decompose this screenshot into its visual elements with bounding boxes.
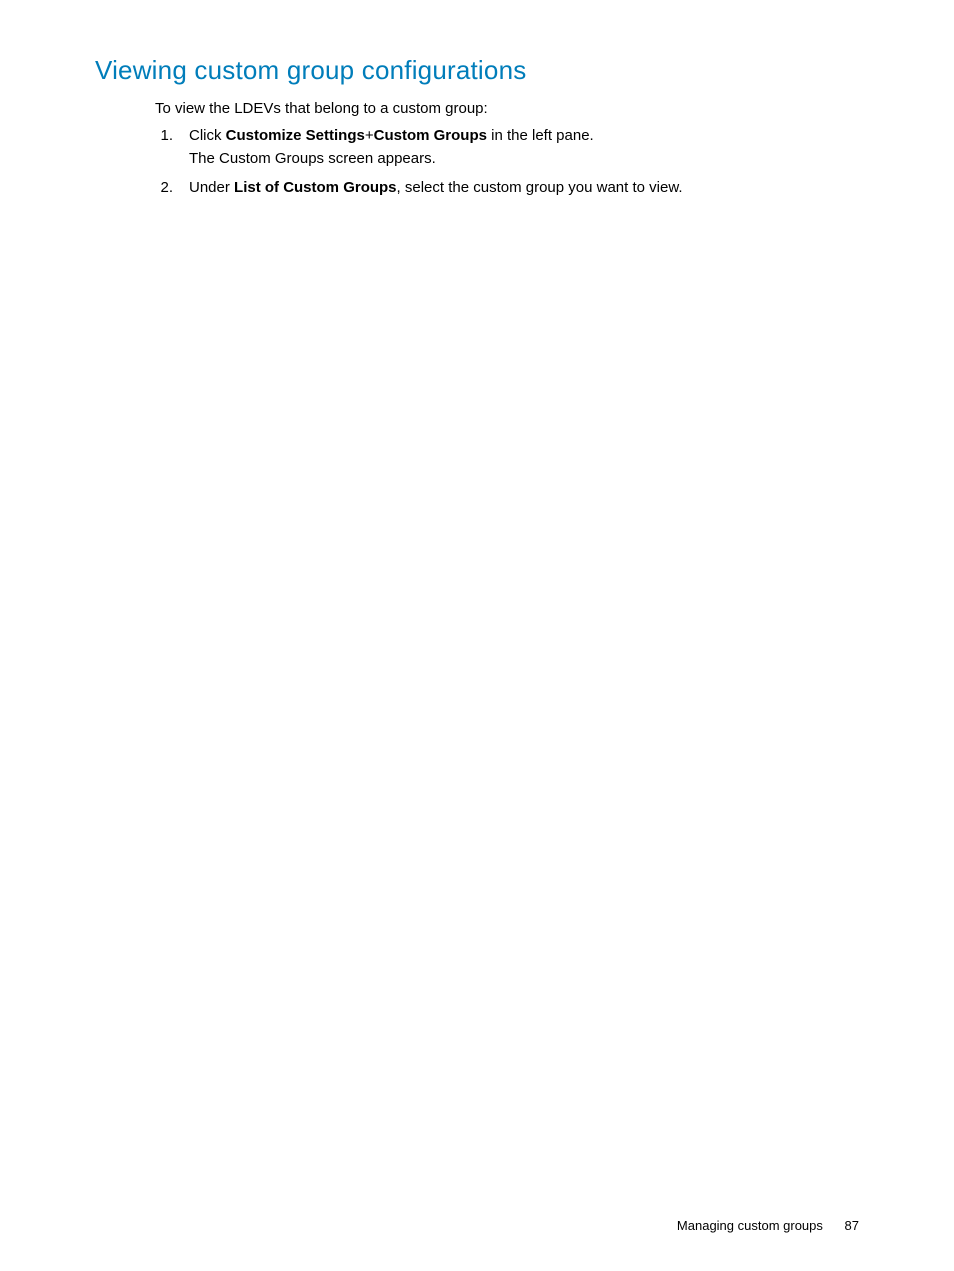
text-part: Click: [189, 127, 226, 144]
text-part: , select the custom group you want to vi…: [397, 179, 683, 196]
step-number: 2.: [155, 179, 189, 202]
step-line: Under List of Custom Groups, select the …: [189, 179, 859, 196]
text-part: in the left pane.: [487, 127, 594, 144]
intro-text: To view the LDEVs that belong to a custo…: [155, 100, 859, 117]
text-part-bold: Custom Groups: [374, 127, 487, 144]
step-line: Click Customize Settings+Custom Groups i…: [189, 127, 859, 144]
footer-section-name: Managing custom groups: [677, 1218, 823, 1233]
steps-list: 1. Click Customize Settings+Custom Group…: [155, 127, 859, 202]
step-followup: The Custom Groups screen appears.: [189, 150, 859, 167]
page-content: Viewing custom group configurations To v…: [0, 0, 954, 202]
text-part-bold: List of Custom Groups: [234, 179, 397, 196]
footer-page-number: 87: [845, 1218, 859, 1233]
text-part: Under: [189, 179, 234, 196]
step-1: 1. Click Customize Settings+Custom Group…: [155, 127, 859, 173]
step-content: Under List of Custom Groups, select the …: [189, 179, 859, 202]
step-content: Click Customize Settings+Custom Groups i…: [189, 127, 859, 173]
step-2: 2. Under List of Custom Groups, select t…: [155, 179, 859, 202]
step-number: 1.: [155, 127, 189, 173]
text-part-bold: Customize Settings: [226, 127, 365, 144]
text-part: +: [365, 127, 374, 144]
page-footer: Managing custom groups 87: [677, 1218, 859, 1233]
section-heading: Viewing custom group configurations: [95, 55, 859, 86]
